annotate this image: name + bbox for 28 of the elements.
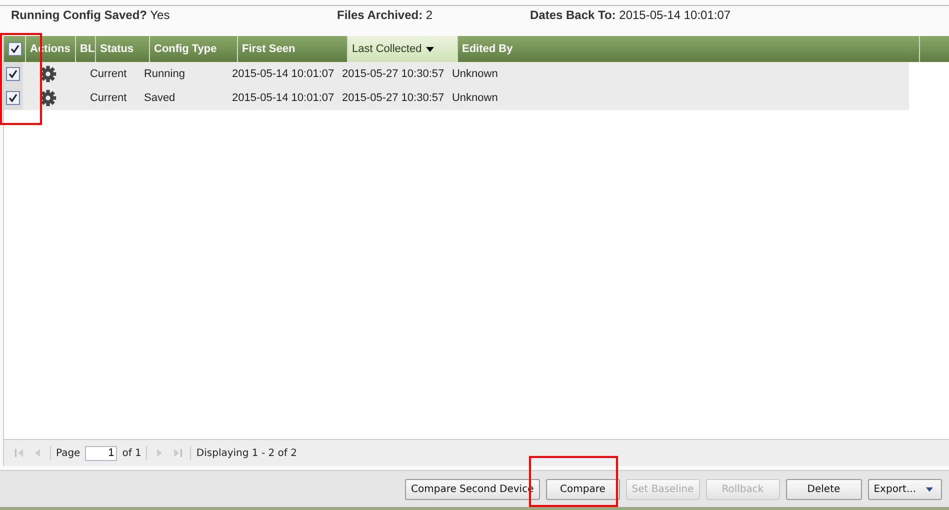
- table-cell-text: Unknown: [450, 68, 499, 80]
- table-cell-text: 2015-05-27 10:30:57: [340, 92, 446, 104]
- table-cell-text: Running: [142, 68, 186, 80]
- page-number-field[interactable]: 1: [85, 446, 118, 460]
- row-checkbox[interactable]: [6, 91, 20, 105]
- table-cell-text: 2015-05-14 10:01:07: [230, 92, 336, 104]
- table-cell-text: Current: [88, 68, 128, 80]
- table-cell-text: 2015-05-27 10:30:57: [340, 68, 446, 80]
- page-label: Page: [56, 448, 80, 458]
- dropdown-caret-icon: [926, 486, 934, 492]
- sort-descending-icon: [426, 46, 434, 52]
- page-count: of 1: [122, 448, 142, 458]
- row-checkbox[interactable]: [6, 67, 20, 81]
- table-cell-text: 2015-05-14 10:01:07: [230, 68, 336, 80]
- summary-field: Files Archived: 2: [337, 8, 530, 36]
- toolbar-button[interactable]: Export...: [868, 478, 942, 500]
- paging-status: Displaying 1 - 2 of 2: [196, 448, 297, 458]
- summary-field: Running Config Saved? Yes: [11, 8, 337, 36]
- table-cell-text: Unknown: [450, 92, 499, 104]
- grid-row[interactable]: Current Running 2015-05-14 10:01:07 2015-05-27 10:30:57 Unknown: [4, 62, 909, 86]
- select-all-checkbox[interactable]: [8, 42, 22, 56]
- summary-field: Dates Back To: 2015-05-14 10:01:07: [530, 8, 731, 36]
- grid-row[interactable]: Current Saved 2015-05-14 10:01:07 2015-05-27 10:30:57 Unknown: [4, 86, 909, 110]
- toolbar-button[interactable]: Delete: [786, 478, 862, 500]
- table-cell-text: Current: [88, 92, 128, 104]
- table-cell-text: Saved: [142, 92, 176, 104]
- toolbar-button[interactable]: Compare: [546, 478, 620, 500]
- column-header[interactable]: Last Collected: [348, 36, 458, 62]
